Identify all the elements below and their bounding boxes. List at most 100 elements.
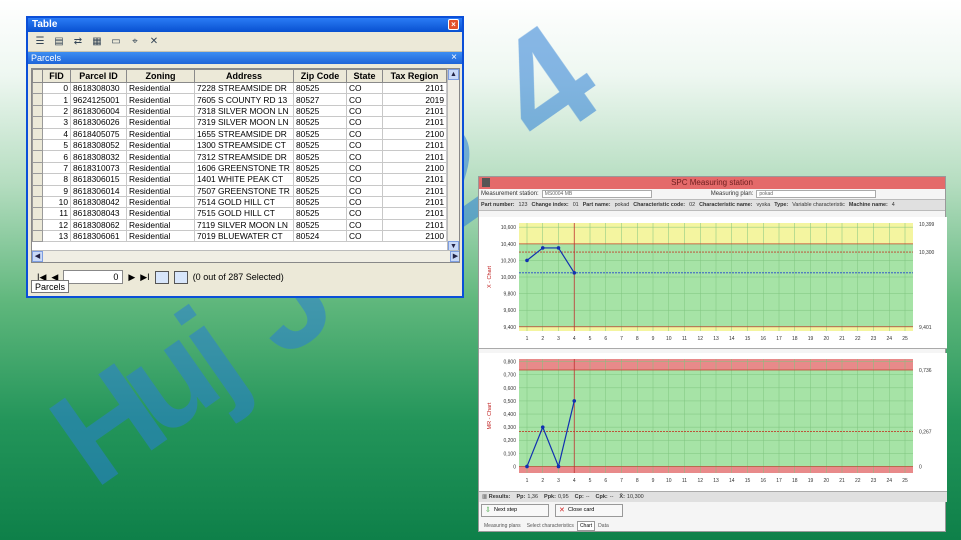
action-buttons: ⇩ Next step ✕ Close card [481, 504, 623, 518]
table-row[interactable]: 9 8618306014 Residential 7507 GREENSTONE TR… [32, 184, 447, 197]
column-header[interactable]: State [346, 69, 383, 83]
table-row[interactable]: 10 8618308042 Residential 7514 GOLD HILL CT… [32, 195, 447, 209]
table-row[interactable]: 7 8618310073 Residential 1606 GREENSTONE TR… [32, 161, 447, 175]
delete-selected-icon[interactable]: ✕ [146, 35, 162, 49]
tab-parcels[interactable]: Parcels × [28, 52, 462, 64]
zoom-to-selected-icon[interactable]: ⌖ [127, 35, 143, 49]
table-row[interactable]: 2 8618306004 Residential 7318 SILVER MOON L… [32, 104, 447, 118]
x-tick-label: 20 [823, 478, 829, 484]
next-record-button[interactable]: ▶ [128, 272, 135, 283]
spc-tab[interactable]: Chart [576, 521, 596, 531]
table-cell: Residential [126, 138, 195, 152]
spc-tab[interactable]: Data [595, 521, 612, 531]
close-icon[interactable]: × [448, 19, 459, 30]
show-all-records-icon[interactable] [154, 270, 169, 284]
table-options-icon[interactable]: ☰ [32, 35, 48, 49]
column-header[interactable]: Zip Code [293, 69, 347, 83]
watermark-letter: u [90, 293, 244, 464]
vertical-scrollbar[interactable]: ▲ ▼ [447, 69, 459, 252]
y-tick-label: 0,100 [503, 451, 516, 457]
table-row[interactable]: 13 8618306061 Residential 7019 BLUEWATER CT… [32, 230, 447, 243]
spc-tab[interactable]: Measuring plans [481, 521, 524, 531]
column-header[interactable] [32, 69, 43, 83]
y-tick-label: 10,600 [501, 225, 517, 231]
x-tick-label: 23 [871, 478, 877, 484]
spc-tabs: Measuring plans Select characteristics Cha… [481, 521, 612, 531]
table-row[interactable]: 0 8618308030 Residential 7228 STREAMSIDE DR… [32, 81, 447, 95]
last-record-button[interactable]: ▶I [140, 272, 149, 283]
row-selector[interactable] [32, 127, 43, 140]
row-selector[interactable] [32, 93, 43, 106]
table-cell: Residential [126, 230, 195, 243]
column-header[interactable]: Parcel ID [70, 69, 127, 83]
info-label: Characteristic code: [633, 202, 686, 208]
row-selector[interactable] [32, 116, 43, 129]
scroll-left-icon[interactable]: ◀ [32, 251, 43, 262]
row-selector[interactable] [32, 161, 43, 175]
x-tick-label: 3 [557, 478, 560, 484]
select-all-icon[interactable]: ▦ [89, 35, 105, 49]
table-cell: 13 [42, 230, 71, 243]
table-cell: CO [346, 173, 383, 186]
x-tick-label: 24 [886, 478, 892, 484]
x-tick-label: 4 [573, 478, 576, 484]
table-row[interactable]: 3 8618306026 Residential 7319 SILVER MOON L… [32, 116, 447, 129]
table-cell: 8618308042 [70, 195, 127, 209]
data-point[interactable] [540, 425, 545, 429]
row-selector[interactable] [32, 173, 43, 186]
row-selector[interactable] [32, 218, 43, 232]
select-by-attributes-icon[interactable]: ▤ [51, 35, 67, 49]
scroll-up-icon[interactable]: ▲ [448, 69, 459, 80]
row-selector[interactable] [32, 81, 43, 95]
data-point[interactable] [556, 464, 561, 469]
table-row[interactable]: 5 8618308052 Residential 1300 STREAMSIDE CT… [32, 138, 447, 152]
row-selector[interactable] [32, 184, 43, 197]
x-tick-label: 2 [541, 478, 544, 484]
data-point[interactable] [572, 271, 577, 275]
row-selector[interactable] [32, 207, 43, 220]
table-row[interactable]: 1 9624125001 Residential 7605 S COUNTY RD 1… [32, 93, 447, 106]
close-card-button[interactable]: ✕ Close card [555, 504, 623, 517]
column-header[interactable]: Tax Region [382, 69, 447, 83]
table-row[interactable]: 11 8618308043 Residential 7515 GOLD HILL CT… [32, 207, 447, 220]
scroll-right-icon[interactable]: ▶ [450, 251, 459, 262]
data-point[interactable] [540, 246, 545, 250]
station-field[interactable]: MS0004 MB [541, 190, 652, 198]
row-selector[interactable] [32, 150, 43, 163]
tab-close-icon[interactable]: × [451, 52, 457, 64]
x-tick-label: 1 [526, 478, 529, 484]
table-row[interactable]: 8 8618306015 Residential 1401 WHITE PEAK CT… [32, 173, 447, 186]
clear-selection-icon[interactable]: ▭ [108, 35, 124, 49]
x-tick-label: 22 [855, 478, 861, 484]
result-value: -- [585, 494, 590, 500]
table-cell: 10 [42, 195, 71, 209]
table-row[interactable]: 12 8618308062 Residential 7119 SILVER MOON … [32, 218, 447, 232]
column-header[interactable]: Zoning [126, 69, 195, 83]
row-selector[interactable] [32, 230, 43, 243]
switch-selection-icon[interactable]: ⇄ [70, 35, 86, 49]
x-tick-label: 9 [652, 478, 655, 484]
plan-field[interactable]: pokad [756, 190, 877, 198]
data-point[interactable] [556, 246, 561, 250]
row-selector[interactable] [32, 138, 43, 152]
row-selector[interactable] [32, 104, 43, 118]
data-point[interactable] [572, 399, 577, 403]
bottom-tab-parcels[interactable]: Parcels [31, 280, 70, 293]
x-tick-label: 17 [776, 478, 782, 484]
row-selector[interactable] [32, 195, 43, 209]
record-number-input[interactable]: 0 [63, 270, 124, 284]
x-tick-label: 21 [839, 336, 845, 342]
result-label: Pp: [516, 494, 526, 500]
spc-tab[interactable]: Select characteristics [524, 521, 577, 531]
x-tick-label: 25 [902, 336, 908, 342]
column-header[interactable]: FID [42, 69, 71, 83]
next-step-button[interactable]: ⇩ Next step [481, 504, 549, 517]
data-point[interactable] [525, 258, 529, 263]
data-point[interactable] [525, 464, 529, 469]
show-selected-records-icon[interactable] [173, 270, 188, 284]
table-row[interactable]: 4 8618405075 Residential 1655 STREAMSIDE DR… [32, 127, 447, 140]
table-row[interactable]: 6 8618308032 Residential 7312 STREAMSIDE DR… [32, 150, 447, 163]
column-header[interactable]: Address [194, 69, 294, 83]
table-cell: CO [346, 218, 383, 232]
horizontal-scrollbar[interactable]: ◀ ▶ [32, 250, 459, 262]
